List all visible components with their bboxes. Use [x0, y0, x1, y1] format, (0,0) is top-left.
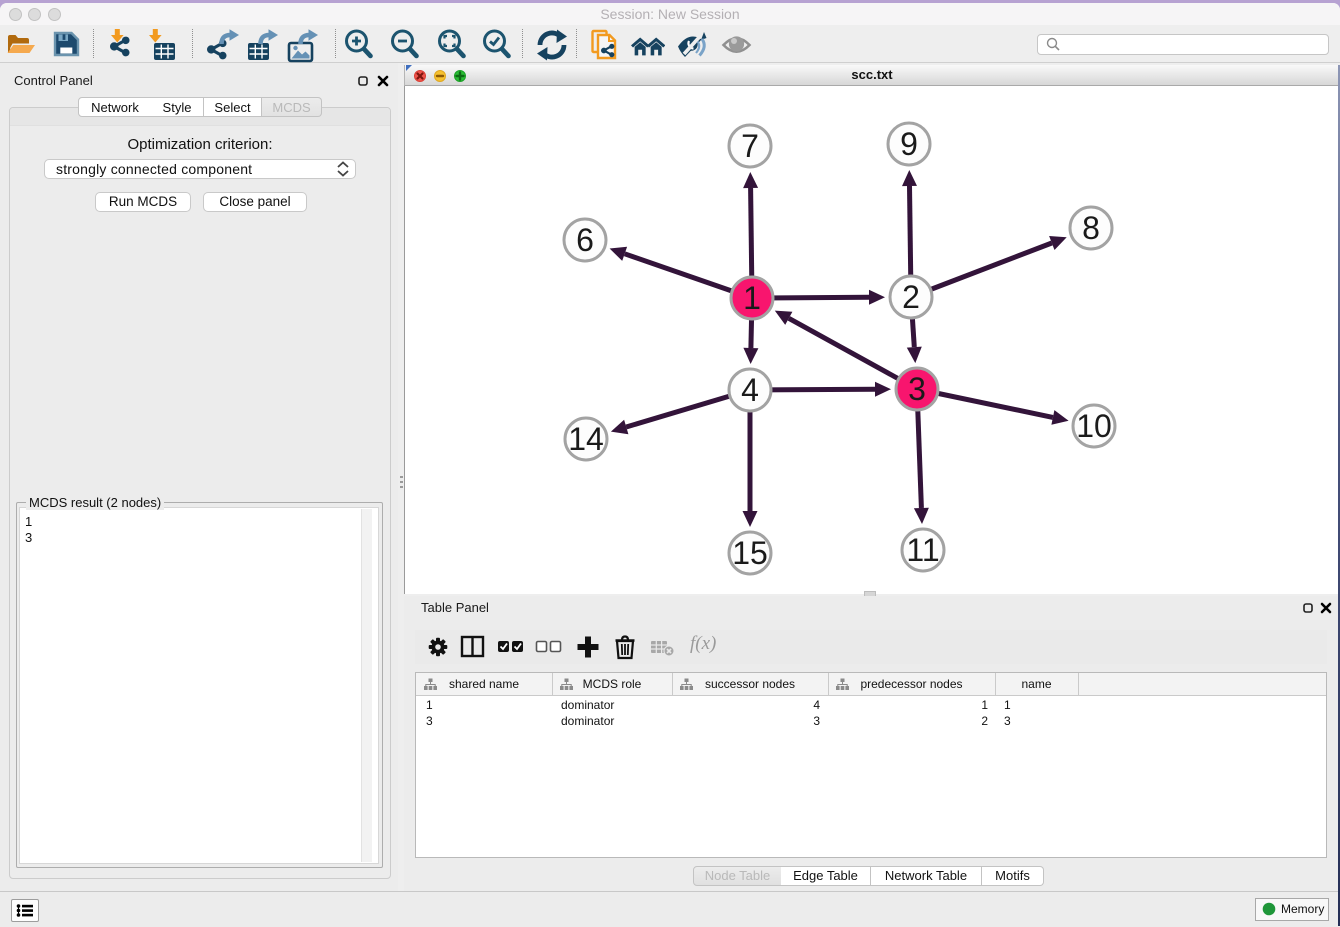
svg-text:7: 7 — [741, 128, 759, 164]
svg-text:2: 2 — [902, 279, 920, 315]
svg-text:8: 8 — [1082, 210, 1100, 246]
svg-text:6: 6 — [576, 222, 594, 258]
svg-text:15: 15 — [732, 535, 768, 571]
svg-text:3: 3 — [908, 371, 926, 407]
svg-text:10: 10 — [1076, 408, 1112, 444]
svg-text:9: 9 — [900, 126, 918, 162]
svg-text:4: 4 — [741, 372, 759, 408]
svg-text:11: 11 — [906, 532, 939, 568]
svg-text:1: 1 — [743, 280, 761, 316]
svg-text:14: 14 — [568, 421, 604, 457]
